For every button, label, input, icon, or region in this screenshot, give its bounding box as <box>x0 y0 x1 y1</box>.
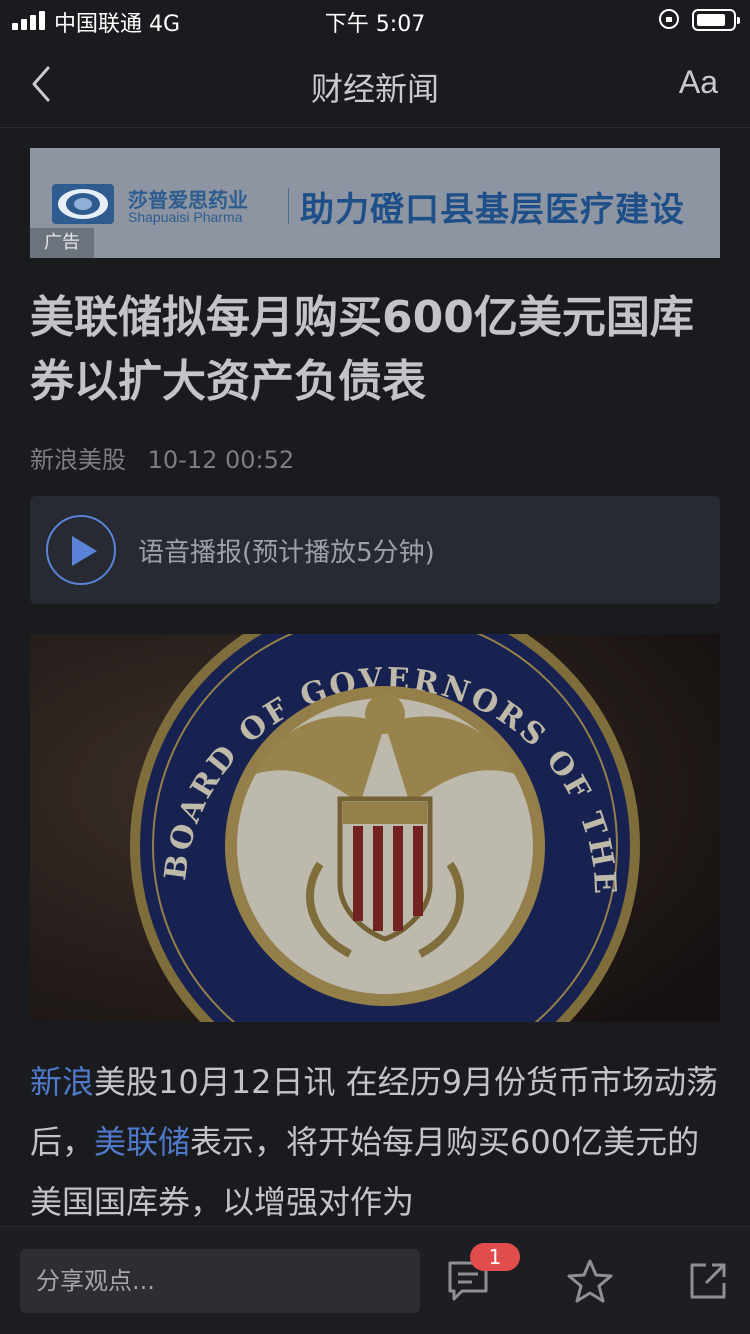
play-icon <box>72 536 97 566</box>
share-button[interactable] <box>684 1257 732 1305</box>
audio-player[interactable]: 语音播报(预计播放5分钟) <box>30 496 720 604</box>
comment-count-badge: 1 <box>470 1243 520 1271</box>
comment-input[interactable]: 分享观点... <box>20 1249 420 1313</box>
favorite-button[interactable] <box>566 1257 614 1305</box>
article-meta: 新浪美股 10-12 00:52 <box>30 440 294 475</box>
brand-logo-icon <box>52 184 114 224</box>
play-button[interactable] <box>46 515 116 585</box>
page-title: 财经新闻 <box>310 70 439 108</box>
nav-bar: 财经新闻 Aa <box>0 40 750 128</box>
article-source[interactable]: 新浪美股 <box>30 446 126 474</box>
star-icon <box>567 1259 613 1303</box>
link-sina[interactable]: 新浪 <box>30 1063 94 1101</box>
bottom-toolbar: 分享观点... 1 <box>0 1226 750 1334</box>
rotation-lock-icon <box>659 9 679 29</box>
battery-icon <box>692 9 740 31</box>
federal-reserve-seal-image: BOARD OF GOVERNORS OF THE FEDERAL RESERV… <box>30 634 720 1022</box>
share-icon <box>690 1263 726 1299</box>
font-size-button[interactable]: Aa <box>679 64 718 101</box>
ad-banner[interactable]: 莎普爱思药业 Shapuaisi Pharma 助力磴口县基层医疗建设 广告 <box>30 148 720 258</box>
ad-divider <box>288 188 289 224</box>
article-image[interactable]: BOARD OF GOVERNORS OF THE FEDERAL RESERV… <box>30 634 720 1022</box>
article-datetime: 10-12 00:52 <box>147 446 295 474</box>
article-body: 新浪美股10月12日讯 在经历9月份货币市场动荡后，美联储表示，将开始每月购买6… <box>30 1052 720 1230</box>
status-bar: 中国联通 4G 下午 5:07 <box>0 0 750 40</box>
clock: 下午 5:07 <box>324 12 426 37</box>
ad-slogan: 助力磴口县基层医疗建设 <box>300 190 685 230</box>
article-title: 美联储拟每月购买600亿美元国库券以扩大资产负债表 <box>30 292 694 407</box>
audio-label: 语音播报(预计播放5分钟) <box>138 538 435 568</box>
ad-brand-name-en: Shapuaisi Pharma <box>128 209 243 225</box>
ad-tag: 广告 <box>30 228 94 258</box>
link-fed[interactable]: 美联储 <box>94 1123 190 1161</box>
